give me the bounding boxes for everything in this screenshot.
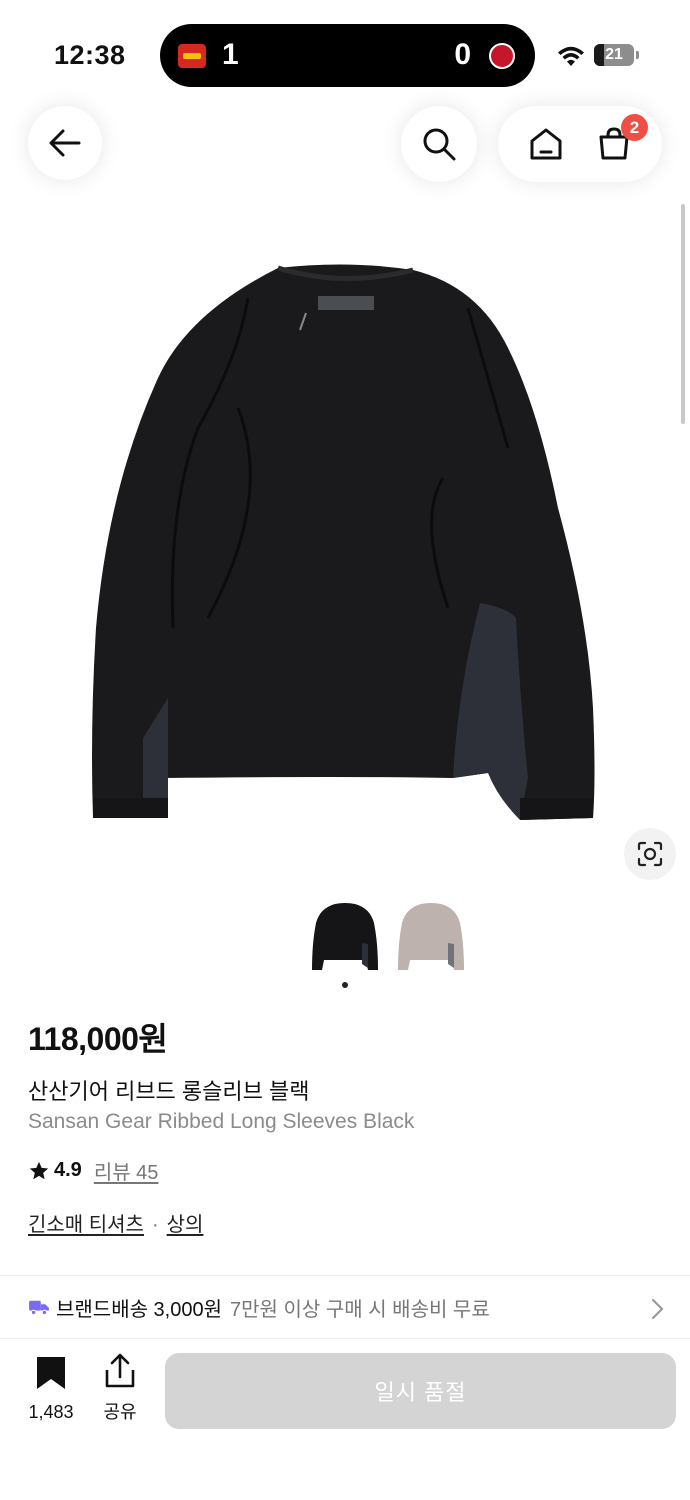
- rating-score: 4.9: [54, 1159, 82, 1181]
- back-arrow-icon: [49, 129, 81, 157]
- product-name-english: Sansan Gear Ribbed Long Sleeves Black: [28, 1110, 415, 1133]
- home-cart-group: 2: [498, 106, 662, 182]
- thumbnail-black[interactable]: [310, 898, 380, 976]
- review-link[interactable]: 리뷰 45: [94, 1156, 159, 1185]
- home-button[interactable]: [528, 126, 564, 162]
- bookmark-icon: [37, 1357, 65, 1389]
- battery-indicator: 21: [594, 44, 639, 66]
- cart-count-badge: 2: [621, 114, 648, 141]
- image-page-indicator: [342, 982, 348, 988]
- status-time: 12:38: [54, 40, 126, 70]
- shipping-note: 7만원 이상 구매 시 배송비 무료: [230, 1298, 490, 1321]
- shipping-label: 브랜드배송 3,000원: [56, 1298, 223, 1321]
- battery-level: 21: [605, 46, 623, 63]
- truck-icon: [29, 1300, 49, 1316]
- lens-icon: [637, 841, 663, 867]
- chevron-right-icon: [651, 1298, 664, 1320]
- star-icon: [29, 1161, 49, 1179]
- cart-button[interactable]: 2: [596, 114, 648, 162]
- search-icon: [423, 128, 456, 161]
- category-link-top[interactable]: 상의: [167, 1214, 204, 1236]
- score-left: 1: [222, 38, 239, 71]
- category-breadcrumb: 긴소매 티셔츠 · 상의: [28, 1208, 203, 1237]
- search-button[interactable]: [401, 106, 477, 182]
- lens-button[interactable]: [624, 828, 676, 880]
- bottom-action-bar: 1,483 공유 일시 품절: [0, 1338, 690, 1500]
- team-logo-right: [489, 43, 515, 69]
- thumbnail-grey[interactable]: [396, 898, 466, 976]
- color-thumbnails: [310, 898, 470, 978]
- shipping-info-row[interactable]: 브랜드배송 3,000원 7만원 이상 구매 시 배송비 무료: [0, 1276, 690, 1338]
- team-logo-left: [178, 44, 206, 68]
- category-separator: ·: [151, 1214, 159, 1236]
- rating-row: 4.9 리뷰 45: [28, 1156, 158, 1185]
- dynamic-island[interactable]: 1 0: [160, 24, 535, 87]
- product-price: 118,000원: [28, 1021, 168, 1057]
- back-button[interactable]: [28, 106, 102, 180]
- status-bar: 12:38 1 0 21: [0, 0, 690, 110]
- product-image[interactable]: [88, 258, 608, 828]
- share-icon: [105, 1353, 135, 1388]
- bookmark-count: 1,483: [28, 1402, 74, 1422]
- soldout-button[interactable]: 일시 품절: [165, 1353, 676, 1429]
- share-button[interactable]: 공유: [98, 1353, 142, 1424]
- score-right: 0: [454, 38, 471, 71]
- scrollbar[interactable]: [681, 204, 685, 424]
- home-icon: [530, 128, 562, 160]
- share-label: 공유: [103, 1402, 137, 1422]
- category-link-long-sleeve[interactable]: 긴소매 티셔츠: [28, 1214, 144, 1236]
- wifi-icon: [558, 46, 584, 66]
- product-name-korean: 산산기어 리브드 롱슬리브 블랙: [28, 1079, 310, 1104]
- bookmark-button[interactable]: 1,483: [22, 1355, 80, 1423]
